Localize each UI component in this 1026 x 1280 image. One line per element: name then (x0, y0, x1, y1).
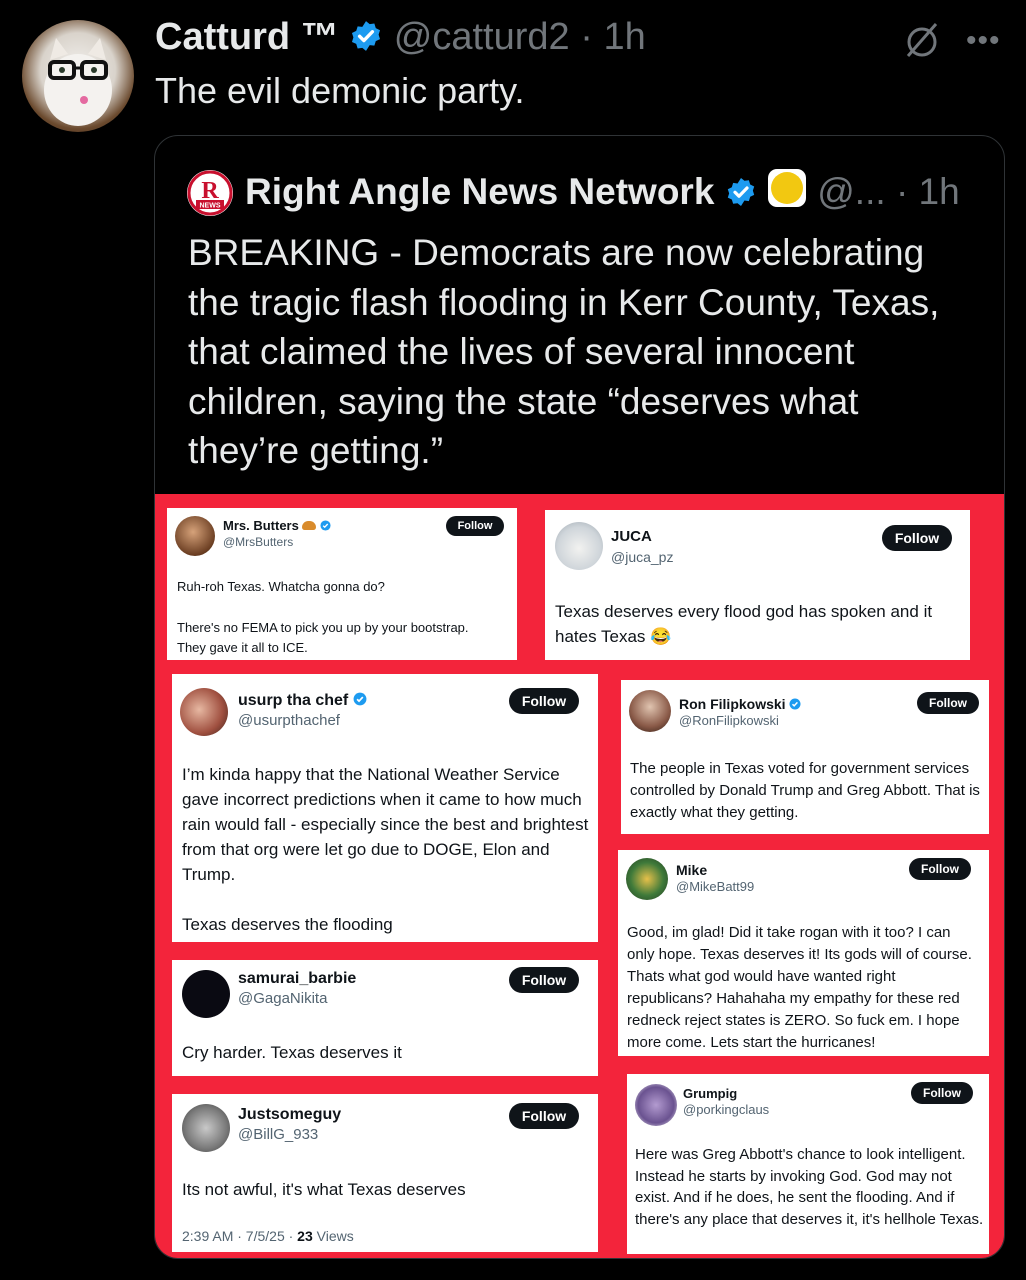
quote-author-line: Right Angle News Network @... · 1h (245, 168, 960, 217)
card-handle: @porkingclaus (683, 1102, 770, 1117)
follow-button: Follow (917, 692, 979, 714)
reply-card: Mrs. Butters @MrsButters Follow Ruh-roh … (167, 508, 517, 660)
card-name: Justsomeguy (238, 1106, 342, 1123)
avatar (180, 688, 228, 736)
follow-button: Follow (509, 1103, 579, 1129)
card-text: Texas deserves the flooding (182, 915, 393, 934)
tweet-text: The evil demonic party. (155, 70, 525, 111)
card-body: I’m kinda happy that the National Weathe… (182, 762, 590, 937)
card-name: Grumpig (683, 1086, 738, 1101)
card-text: Here was Greg Abbott's chance to look in… (635, 1146, 984, 1228)
card-text: Texas deserves every flood god has spoke… (555, 602, 933, 646)
card-handle: @GagaNikita (238, 990, 328, 1007)
card-handle: @usurpthachef (238, 712, 340, 729)
reply-card: Ron Filipkowski @RonFilipkowski Follow T… (621, 680, 989, 834)
avatar (182, 970, 230, 1018)
reply-card: samurai_barbie @GagaNikita Follow Cry ha… (172, 960, 598, 1076)
quote-time[interactable]: · 1h (896, 171, 960, 212)
card-text: There's no FEMA to pick you up by your b… (177, 620, 469, 655)
reply-card: usurp tha chef @usurpthachef Follow I’m … (172, 674, 598, 942)
avatar (182, 1104, 230, 1152)
screenshot-collage-image[interactable]: Mrs. Butters @MrsButters Follow Ruh-roh … (155, 494, 1004, 1258)
author-name[interactable]: Catturd ™ (155, 16, 339, 58)
reply-card: Grumpig @porkingclaus Follow Here was Gr… (627, 1074, 989, 1254)
quote-author-name[interactable]: Right Angle News Network (245, 171, 714, 212)
follow-button: Follow (446, 516, 504, 536)
avatar (175, 516, 215, 556)
avatar (555, 522, 603, 570)
post-time[interactable]: · 1h (580, 16, 645, 58)
quoted-tweet[interactable]: R NEWS Right Angle News Network @... · 1… (154, 135, 1005, 1259)
card-text: Ruh-roh Texas. Whatcha gonna do? (177, 579, 385, 594)
verified-badge-icon (349, 19, 383, 63)
news-logo-icon: R NEWS (187, 170, 233, 216)
more-options-icon[interactable]: ••• (966, 24, 1001, 58)
card-body: Ruh-roh Texas. Whatcha gonna do? There's… (177, 577, 497, 658)
card-timestamp: 2:39 AM · 7/5/25 · 23 Views (182, 1228, 354, 1244)
card-handle: @MikeBatt99 (676, 879, 755, 894)
card-name: JUCA (611, 528, 652, 545)
bread-emoji-icon (302, 521, 317, 530)
follow-button: Follow (882, 525, 952, 551)
reply-card: JUCA @juca_pz Follow Texas deserves ever… (545, 510, 970, 660)
avatar (635, 1084, 677, 1126)
avatar (626, 858, 668, 900)
card-text: I’m kinda happy that the National Weathe… (182, 765, 589, 884)
follow-button: Follow (509, 688, 579, 714)
reply-card: Justsomeguy @BillG_933 Follow Its not aw… (172, 1094, 598, 1252)
logo-sub: NEWS (200, 203, 221, 210)
card-handle: @RonFilipkowski (679, 713, 779, 728)
affiliate-badge-icon (767, 168, 807, 217)
card-text: Its not awful, it's what Texas deserves (182, 1180, 466, 1199)
card-name: Ron Filipkowski (679, 696, 801, 713)
card-handle: @MrsButters (223, 535, 294, 549)
card-name: Mike (676, 862, 708, 878)
quote-handle[interactable]: @... (817, 171, 885, 212)
author-avatar[interactable] (22, 20, 134, 132)
verified-badge-icon (320, 519, 331, 534)
grok-icon[interactable] (902, 20, 942, 60)
cat-avatar-image (44, 38, 112, 126)
reply-card: Mike @MikeBatt99 Follow Good, im glad! D… (618, 850, 989, 1056)
quote-text: BREAKING - Democrats are now celebrating… (188, 232, 940, 471)
author-handle[interactable]: @catturd2 (394, 16, 570, 58)
card-text: Good, im glad! Did it take rogan with it… (627, 924, 972, 1051)
verified-badge-icon (725, 175, 757, 217)
card-text: The people in Texas voted for government… (630, 760, 980, 821)
card-name: usurp tha chef (238, 692, 367, 711)
card-handle: @juca_pz (611, 549, 674, 565)
verified-badge-icon (789, 697, 801, 713)
avatar (629, 690, 671, 732)
author-line: Catturd ™ @catturd2 · 1h (155, 16, 646, 63)
views-count: 23 (297, 1228, 313, 1244)
card-name: samurai_barbie (238, 970, 357, 987)
follow-button: Follow (911, 1082, 973, 1104)
card-name: Mrs. Butters (223, 518, 331, 534)
follow-button: Follow (509, 967, 579, 993)
card-text: Cry harder. Texas deserves it (182, 1043, 402, 1062)
verified-badge-icon (353, 692, 367, 711)
follow-button: Follow (909, 858, 971, 880)
card-handle: @BillG_933 (238, 1126, 319, 1143)
